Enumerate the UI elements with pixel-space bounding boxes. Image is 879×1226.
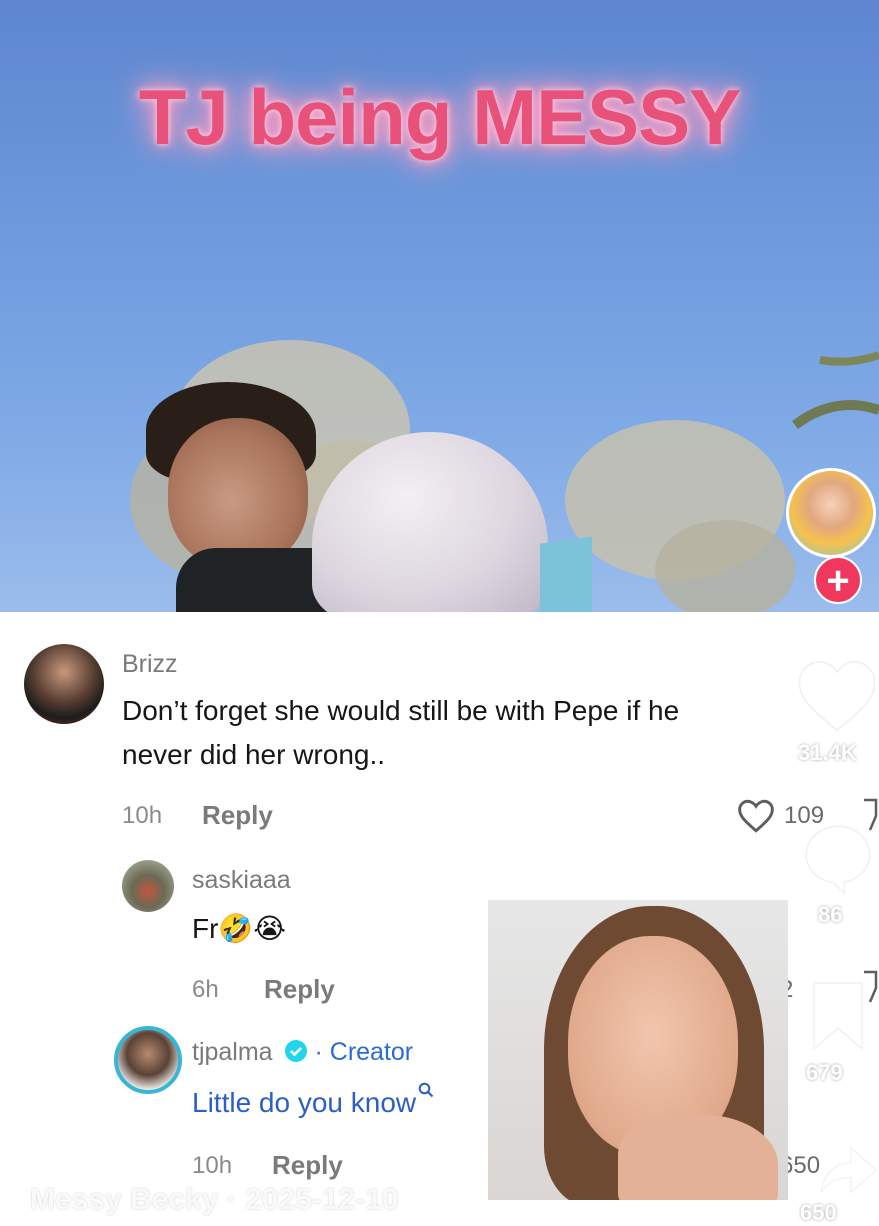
comment-count: 86 <box>818 902 843 927</box>
avatar-tjpalma[interactable] <box>114 1026 182 1094</box>
reaction-video-overlay[interactable] <box>488 900 788 1200</box>
blue-sign <box>540 536 592 612</box>
video-frame[interactable]: TJ being MESSY + <box>0 0 879 612</box>
palm-tree <box>792 351 879 430</box>
comment-bubble-icon[interactable] <box>800 820 876 896</box>
tree-right <box>565 420 795 612</box>
reply-button[interactable]: Reply <box>202 800 273 831</box>
creator-label: · Creator <box>314 1038 414 1066</box>
comment-text-line1: Don’t forget she would still be with Pep… <box>122 695 680 726</box>
reply-button[interactable]: Reply <box>264 974 335 1005</box>
creator-profile-avatar[interactable] <box>786 468 876 558</box>
reply-button[interactable]: Reply <box>272 1150 343 1181</box>
avatar-brizz[interactable] <box>24 644 104 724</box>
reply-username[interactable]: saskiaaa <box>192 866 291 895</box>
creator-reply-time: 10h <box>192 1152 233 1179</box>
creator-reply-text: Little do you know <box>192 1082 434 1124</box>
avatar-saskiaaa[interactable] <box>122 860 174 912</box>
follow-plus-icon[interactable]: + <box>814 556 862 604</box>
comment-text-line2: never did her wrong.. <box>122 739 386 770</box>
video-title-overlay: TJ being MESSY <box>138 73 741 161</box>
comment-time: 10h <box>122 802 163 829</box>
creator-username[interactable]: tjpalma · Creator <box>192 1038 413 1067</box>
heart-outline-icon[interactable] <box>736 798 776 834</box>
share-arrow-icon[interactable] <box>818 1140 879 1200</box>
person-face <box>168 418 308 568</box>
save-count: 679 <box>806 1060 843 1085</box>
watermark-text: Messy Becky · 2025-12-10 <box>30 1183 399 1216</box>
search-icon[interactable] <box>418 1082 434 1098</box>
reply-text: Fr🤣😭 <box>192 913 287 944</box>
share-count: 650 <box>800 1200 837 1225</box>
comment-username[interactable]: Brizz <box>122 650 178 679</box>
reply-time: 6h <box>192 976 219 1003</box>
bookmark-icon[interactable] <box>808 980 868 1052</box>
like-count: 31.4K <box>798 740 857 765</box>
verified-badge-icon <box>284 1040 307 1062</box>
like-heart-icon[interactable] <box>796 658 878 734</box>
